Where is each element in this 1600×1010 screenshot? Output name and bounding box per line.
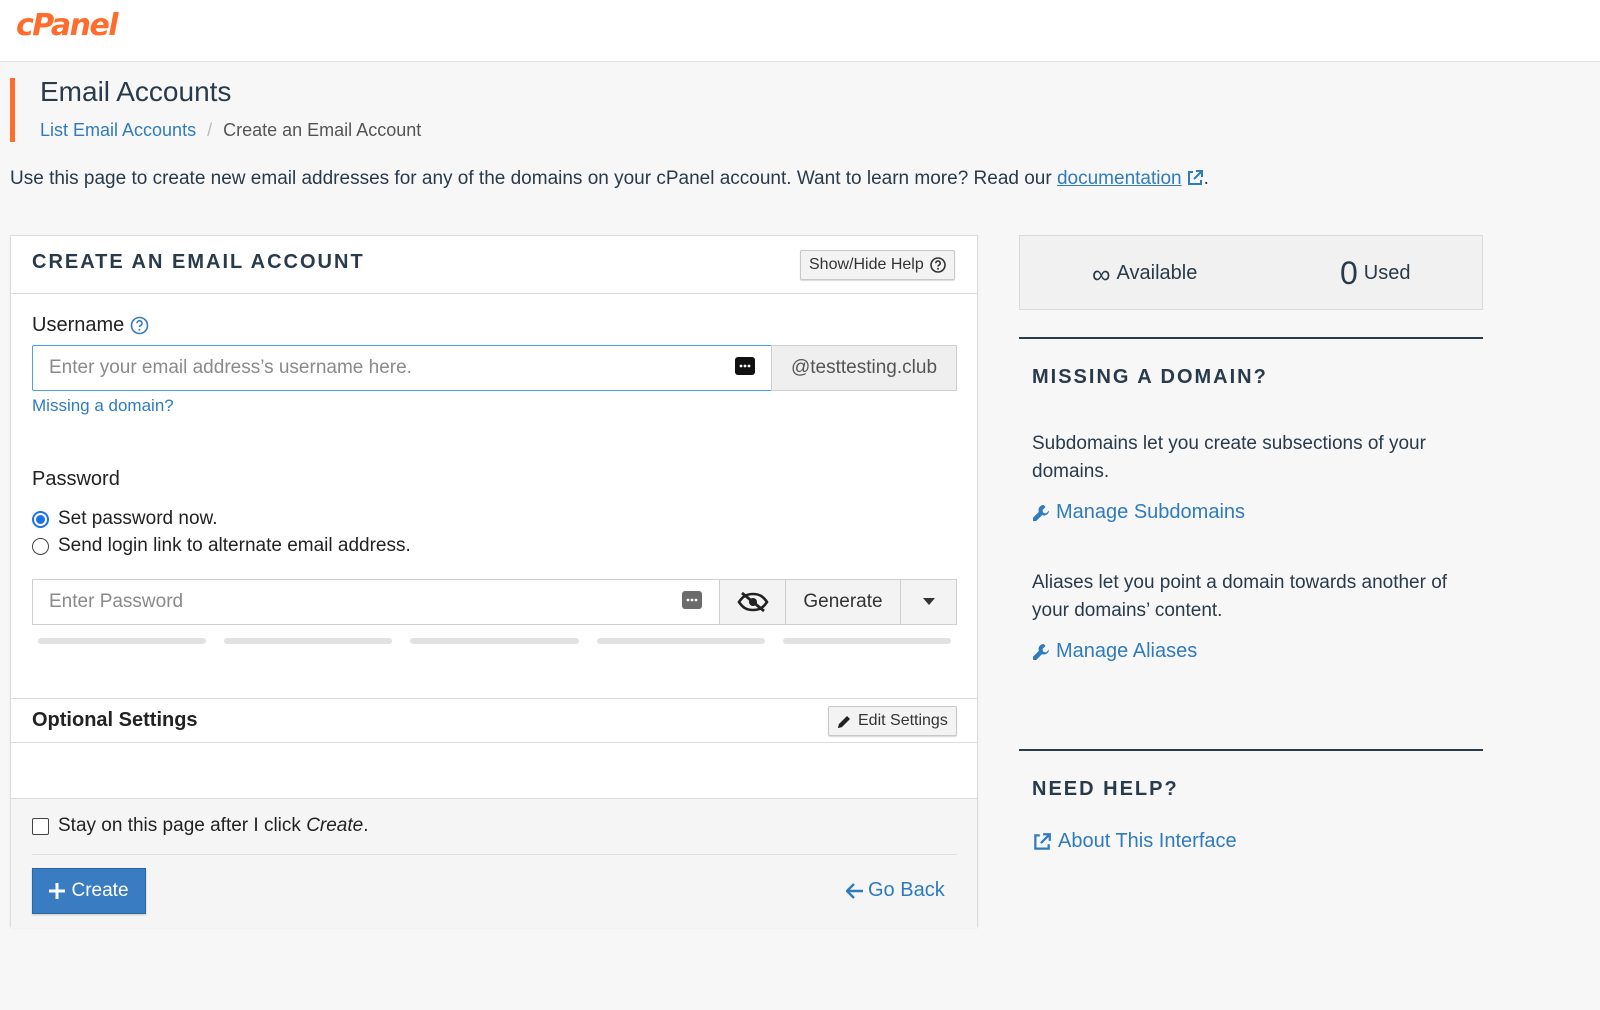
stay-on-page-checkbox-row[interactable]: Stay on this page after I click Create. [32, 815, 369, 837]
panel-header: CREATE AN EMAIL ACCOUNT Show/Hide Help [11, 236, 977, 294]
external-link-icon[interactable] [1186, 169, 1204, 187]
create-email-panel: CREATE AN EMAIL ACCOUNT Show/Hide Help U… [10, 235, 978, 928]
password-manager-icon[interactable] [735, 357, 755, 375]
strength-segment [38, 638, 207, 644]
generate-password-button[interactable]: Generate [785, 579, 901, 625]
strength-segment [410, 638, 579, 644]
radio-set-password-now[interactable]: Set password now. [32, 508, 217, 530]
stay-text: Stay on this page after I click [58, 815, 307, 836]
breadcrumb-list-email-accounts[interactable]: List Email Accounts [40, 120, 196, 140]
go-back-label: Go Back [868, 879, 945, 901]
external-link-icon [1034, 832, 1051, 850]
intro-text: Use this page to create new email addres… [10, 168, 1209, 190]
email-quota-stats: ∞ Available 0 Used [1019, 235, 1483, 310]
infinity-icon: ∞ [1092, 258, 1111, 289]
wrench-icon [1033, 504, 1049, 521]
documentation-link[interactable]: documentation [1057, 168, 1182, 189]
available-stat: ∞ Available [1092, 236, 1197, 311]
page-title: Email Accounts [40, 76, 232, 107]
about-this-interface-link[interactable]: About This Interface [1032, 830, 1237, 853]
username-label: Username [32, 314, 149, 337]
panel-title: CREATE AN EMAIL ACCOUNT [32, 251, 365, 273]
breadcrumb: List Email Accounts / Create an Email Ac… [40, 120, 421, 141]
plus-icon [49, 883, 66, 899]
cpanel-logo[interactable]: cPanel [16, 8, 119, 43]
toggle-password-visibility-button[interactable] [719, 579, 786, 625]
pencil-icon [838, 715, 850, 728]
missing-domain-link[interactable]: Missing a domain? [32, 396, 174, 416]
optional-settings-title: Optional Settings [32, 709, 198, 731]
show-hide-help-button[interactable]: Show/Hide Help [800, 250, 955, 280]
stay-on-page-checkbox[interactable] [32, 817, 49, 835]
available-label: Available [1116, 262, 1198, 284]
edit-settings-label: Edit Settings [858, 712, 948, 729]
radio-button[interactable] [32, 537, 49, 555]
radio-send-login-link[interactable]: Send login link to alternate email addre… [32, 535, 411, 557]
used-count: 0 [1340, 255, 1358, 291]
password-input-group: Generate [32, 579, 957, 625]
strength-segment [596, 638, 765, 644]
breadcrumb-separator: / [207, 120, 213, 140]
header-accent-bar [10, 78, 15, 142]
go-back-link[interactable]: Go Back [846, 879, 945, 902]
panel-footer: Stay on this page after I click Create. … [11, 798, 977, 928]
radio-label: Set password now. [58, 508, 218, 529]
used-label: Used [1363, 262, 1411, 284]
wrench-icon [1033, 643, 1049, 660]
used-stat: 0 Used [1340, 236, 1411, 311]
password-label: Password [32, 468, 120, 490]
intro-suffix: . [1203, 168, 1209, 189]
top-bar: cPanel [0, 0, 1600, 62]
radio-label: Send login link to alternate email addre… [58, 535, 411, 556]
arrow-left-icon [846, 882, 863, 899]
generate-options-dropdown[interactable] [900, 579, 957, 625]
breadcrumb-current: Create an Email Account [223, 120, 422, 140]
stay-suffix: . [363, 815, 369, 836]
manage-subdomains-link[interactable]: Manage Subdomains [1032, 501, 1245, 524]
password-strength-meter [38, 638, 952, 644]
strength-segment [782, 638, 952, 644]
logo-text: cPanel [16, 8, 119, 43]
eye-slash-icon [736, 591, 769, 613]
stay-on-page-label: Stay on this page after I click Create. [58, 815, 369, 837]
question-circle-icon[interactable] [130, 316, 149, 335]
need-help-divider [1019, 749, 1483, 751]
domain-addon: @testtesting.club [771, 345, 957, 391]
manage-aliases-label: Manage Aliases [1056, 640, 1198, 662]
aliases-description: Aliases let you point a domain towards a… [1032, 572, 1448, 621]
footer-divider [32, 854, 957, 855]
strength-segment [224, 638, 393, 644]
caret-down-icon [922, 598, 935, 605]
manage-subdomains-label: Manage Subdomains [1056, 501, 1246, 523]
need-help-heading: NEED HELP? [1032, 778, 1179, 800]
password-manager-icon[interactable] [682, 591, 702, 609]
about-this-interface-label: About This Interface [1058, 830, 1237, 852]
create-button[interactable]: Create [32, 868, 146, 914]
missing-domain-divider [1019, 337, 1483, 339]
intro-sentence: Use this page to create new email addres… [10, 168, 1057, 189]
create-button-label: Create [71, 880, 129, 901]
manage-aliases-link[interactable]: Manage Aliases [1032, 640, 1197, 663]
question-circle-icon [929, 257, 946, 273]
subdomains-description: Subdomains let you create subsections of… [1032, 433, 1426, 482]
username-label-text: Username [32, 314, 125, 336]
optional-settings-header: Optional Settings Edit Settings [11, 698, 977, 743]
radio-button-checked[interactable] [32, 510, 49, 528]
missing-domain-heading: MISSING A DOMAIN? [1032, 366, 1268, 388]
username-input[interactable] [32, 345, 772, 391]
help-button-label: Show/Hide Help [809, 256, 924, 273]
password-input[interactable] [32, 579, 720, 625]
stay-emphasis: Create [306, 815, 364, 836]
edit-settings-button[interactable]: Edit Settings [828, 706, 957, 736]
